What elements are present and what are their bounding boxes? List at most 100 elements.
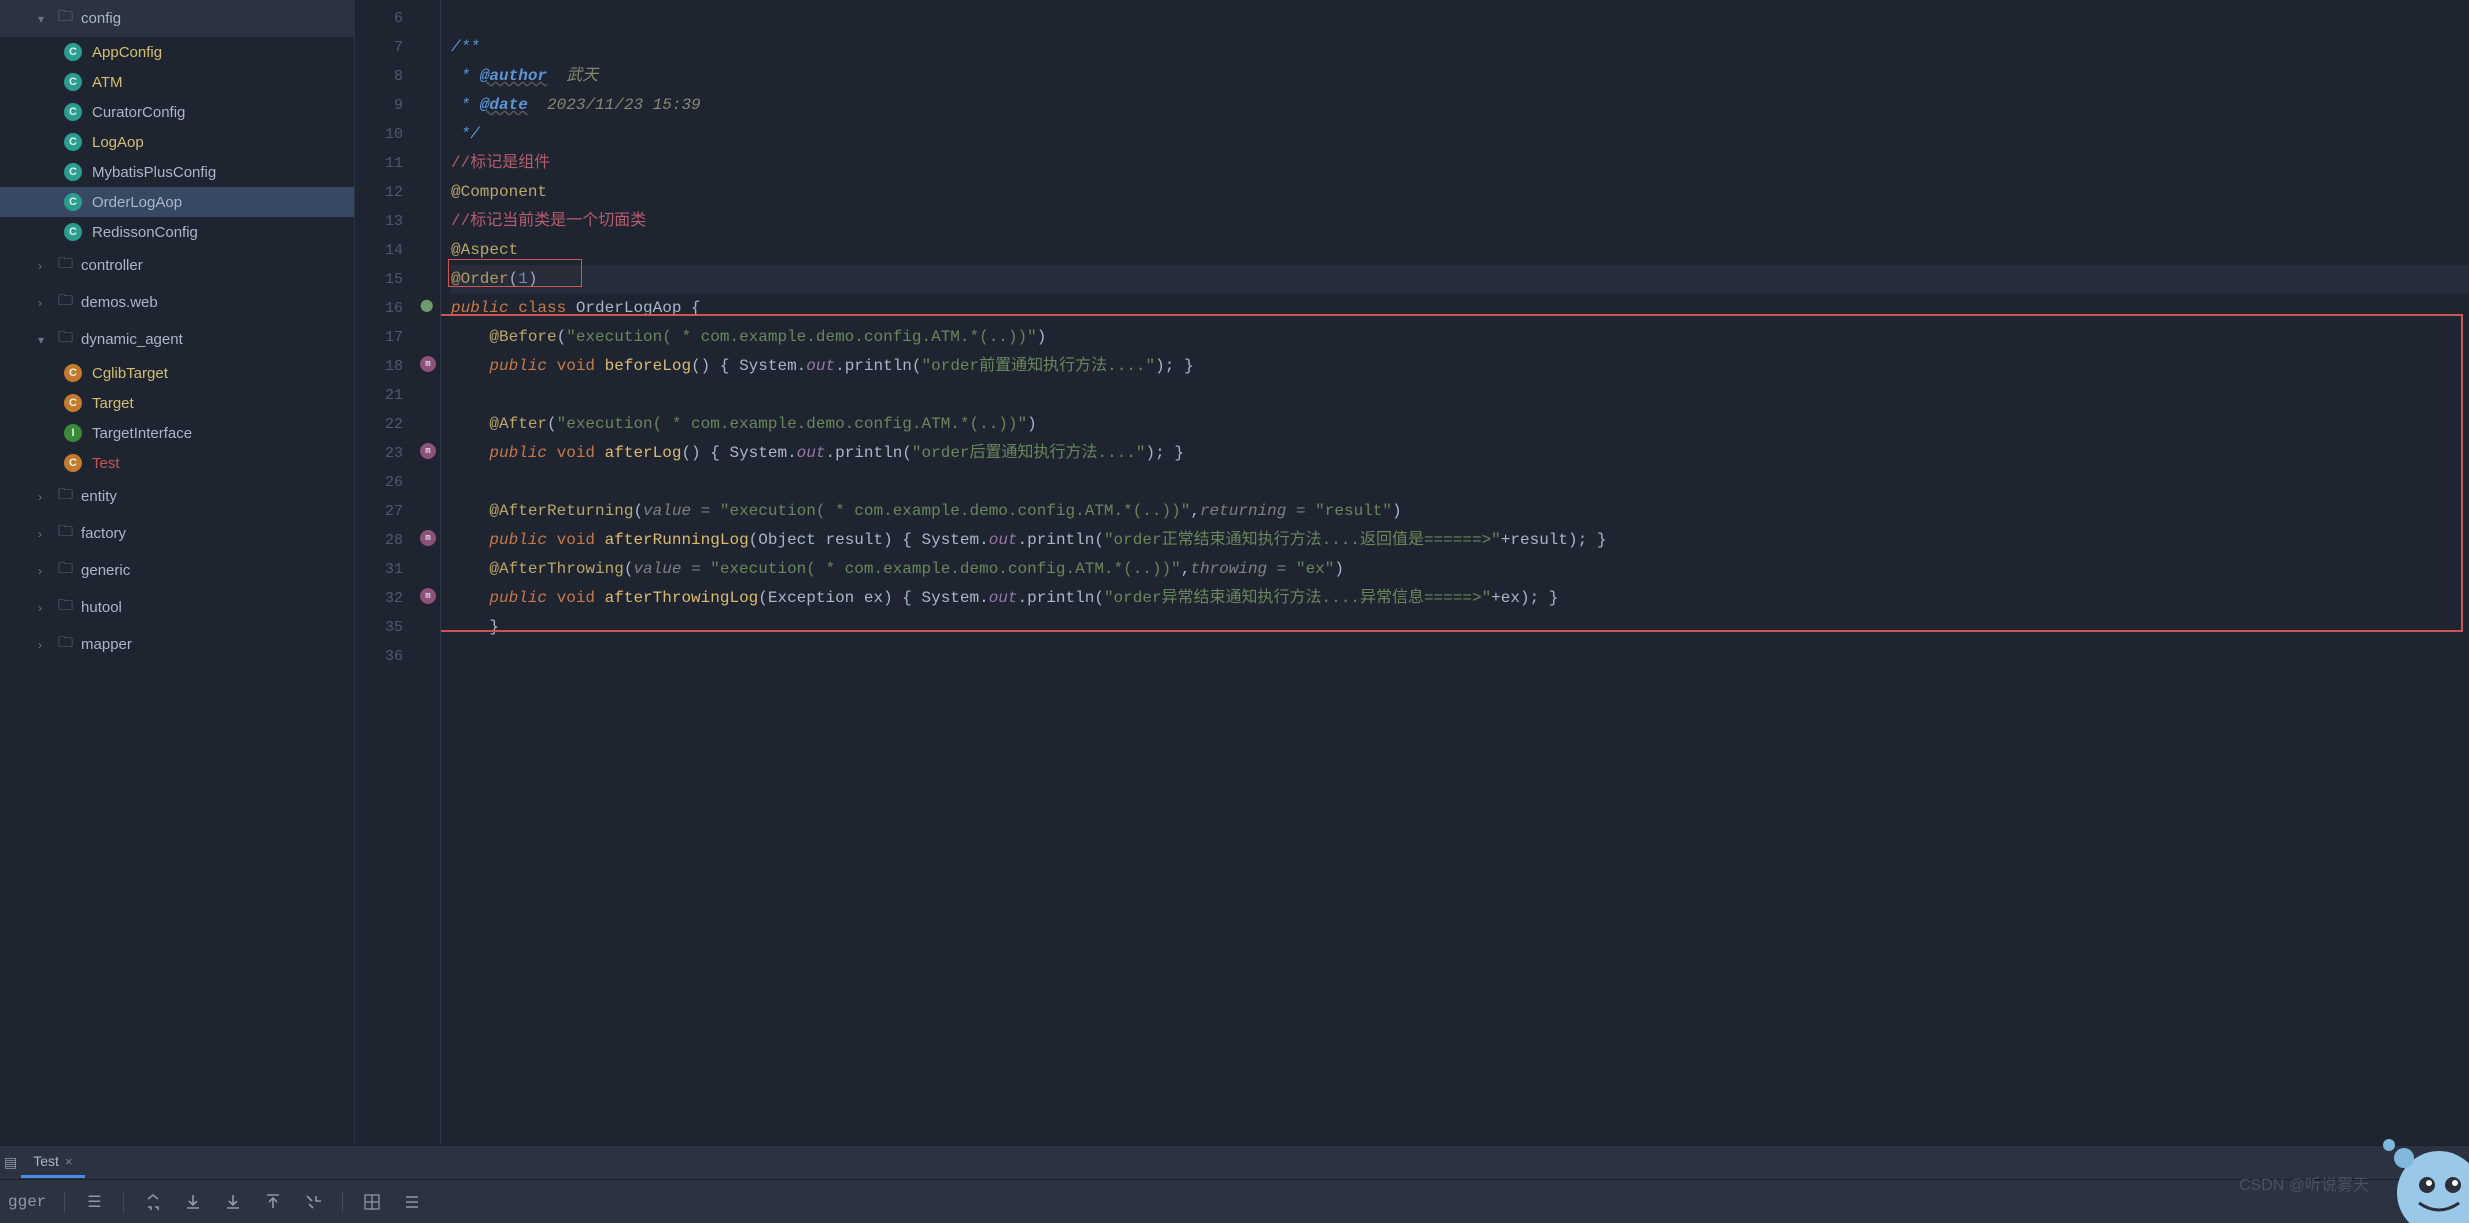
- class-icon: C: [64, 223, 82, 241]
- grid-icon[interactable]: [361, 1191, 383, 1213]
- bottom-tab-test[interactable]: Test ×: [21, 1147, 84, 1178]
- tree-folder-demosweb[interactable]: › 🗀 demos.web: [0, 284, 354, 321]
- tree-folder-factory[interactable]: ›🗀factory: [0, 515, 354, 552]
- class-icon: C: [64, 103, 82, 121]
- tree-class-appconfig[interactable]: C AppConfig: [0, 37, 354, 67]
- folder-icon: 🗀: [58, 253, 73, 278]
- tree-class-atm[interactable]: C ATM: [0, 67, 354, 97]
- tree-class-redissonconfig[interactable]: C RedissonConfig: [0, 217, 354, 247]
- folder-icon: 🗀: [58, 558, 73, 583]
- tree-label: CglibTarget: [92, 365, 168, 382]
- tree-label: ATM: [92, 74, 123, 91]
- bottom-toolbar: gger ☰: [0, 1179, 2469, 1223]
- highlight-box-order: [448, 259, 582, 287]
- tree-label: generic: [81, 562, 130, 579]
- tree-label: config: [81, 10, 121, 27]
- tree-folder-dynamicagent[interactable]: ▾🗀dynamic_agent: [0, 321, 354, 358]
- code-area[interactable]: /** * @author 武天 * @date 2023/11/23 15:3…: [441, 0, 2469, 1145]
- highlight-box-body: [441, 314, 2463, 632]
- code-line: //标记是组件: [451, 149, 2469, 178]
- tree-class-curatorconfig[interactable]: CCuratorConfig: [0, 97, 354, 127]
- class-icon: C: [64, 364, 82, 382]
- fold-column: ⬤ m m m m: [417, 0, 441, 1145]
- folder-icon: 🗀: [58, 484, 73, 509]
- download-2-icon[interactable]: [222, 1191, 244, 1213]
- tree-label: LogAop: [92, 134, 144, 151]
- method-gutter-icon[interactable]: m: [420, 356, 436, 372]
- tree-class-mybatisplusconfig[interactable]: C MybatisPlusConfig: [0, 157, 354, 187]
- folder-icon: 🗀: [58, 6, 73, 31]
- code-line: * @author 武天: [451, 62, 2469, 91]
- code-line: * @date 2023/11/23 15:39: [451, 91, 2469, 120]
- code-line: */: [451, 120, 2469, 149]
- stack-icon[interactable]: ☰: [83, 1191, 105, 1213]
- tree-folder-generic[interactable]: › 🗀 generic: [0, 552, 354, 589]
- truncated-label: gger: [8, 1193, 46, 1211]
- chevron-down-icon: ▾: [38, 12, 52, 26]
- tree-label: AppConfig: [92, 44, 162, 61]
- tree-label: TargetInterface: [92, 425, 192, 442]
- project-tree[interactable]: ▾🗀config CAppConfig CATM CCuratorConfig …: [0, 0, 355, 1145]
- tree-label: mapper: [81, 636, 132, 653]
- download-icon[interactable]: [182, 1191, 204, 1213]
- chevron-right-icon: ›: [38, 527, 52, 541]
- close-icon[interactable]: ×: [65, 1154, 73, 1169]
- chevron-right-icon: ›: [38, 564, 52, 578]
- tree-folder-config[interactable]: ▾ 🗀 config: [0, 0, 354, 37]
- tree-class-test[interactable]: C Test: [0, 448, 354, 478]
- mascot-icon: [2349, 1103, 2469, 1223]
- folder-icon: 🗀: [58, 290, 73, 315]
- tree-label: OrderLogAop: [92, 194, 182, 211]
- tree-class-cglibtarget[interactable]: C CglibTarget: [0, 358, 354, 388]
- code-line: @Component: [451, 178, 2469, 207]
- tree-folder-hutool[interactable]: › 🗀 hutool: [0, 589, 354, 626]
- code-line: [451, 642, 2469, 671]
- class-icon: C: [64, 394, 82, 412]
- separator: [342, 1191, 343, 1213]
- chevron-right-icon: ›: [38, 490, 52, 504]
- code-line-current: @Order(1): [451, 265, 2469, 294]
- chevron-right-icon: ›: [38, 638, 52, 652]
- tree-class-orderlogaop[interactable]: C OrderLogAop: [0, 187, 354, 217]
- separator: [123, 1191, 124, 1213]
- class-icon: C: [64, 163, 82, 181]
- class-icon: C: [64, 193, 82, 211]
- method-gutter-icon[interactable]: m: [420, 588, 436, 604]
- editor-pane[interactable]: 678910 1112131415 1617182122 2326272831 …: [355, 0, 2469, 1145]
- code-line: //标记当前类是一个切面类: [451, 207, 2469, 236]
- tree-label: entity: [81, 488, 117, 505]
- tab-file-icon: ▤: [4, 1154, 17, 1171]
- tree-label: hutool: [81, 599, 122, 616]
- tree-class-logaop[interactable]: CLogAop: [0, 127, 354, 157]
- tree-interface-targetinterface[interactable]: I TargetInterface: [0, 418, 354, 448]
- folder-icon: 🗀: [58, 327, 73, 352]
- tree-class-target[interactable]: C Target: [0, 388, 354, 418]
- list-icon[interactable]: [401, 1191, 423, 1213]
- tree-label: Test: [92, 455, 120, 472]
- tree-label: MybatisPlusConfig: [92, 164, 216, 181]
- code-line: [451, 4, 2469, 33]
- chevron-right-icon: ›: [38, 296, 52, 310]
- tab-label: Test: [33, 1153, 59, 1169]
- bottom-tabs[interactable]: ▤ Test ×: [0, 1145, 2469, 1179]
- method-gutter-icon[interactable]: m: [420, 530, 436, 546]
- tree-label: factory: [81, 525, 126, 542]
- main-layout: ▾🗀config CAppConfig CATM CCuratorConfig …: [0, 0, 2469, 1145]
- class-icon: C: [64, 43, 82, 61]
- folder-icon: 🗀: [58, 595, 73, 620]
- class-icon: C: [64, 454, 82, 472]
- bean-gutter-icon[interactable]: ⬤: [420, 298, 436, 314]
- tree-label: demos.web: [81, 294, 158, 311]
- step-into-icon[interactable]: [302, 1191, 324, 1213]
- chevron-right-icon: ›: [38, 601, 52, 615]
- tree-folder-mapper[interactable]: ›🗀mapper: [0, 626, 354, 663]
- tree-label: RedissonConfig: [92, 224, 198, 241]
- tree-folder-controller[interactable]: ›🗀controller: [0, 247, 354, 284]
- method-gutter-icon[interactable]: m: [420, 443, 436, 459]
- step-out-up-icon[interactable]: [142, 1191, 164, 1213]
- upload-icon[interactable]: [262, 1191, 284, 1213]
- interface-icon: I: [64, 424, 82, 442]
- class-icon: C: [64, 73, 82, 91]
- tree-folder-entity[interactable]: › 🗀 entity: [0, 478, 354, 515]
- tree-label: Target: [92, 395, 134, 412]
